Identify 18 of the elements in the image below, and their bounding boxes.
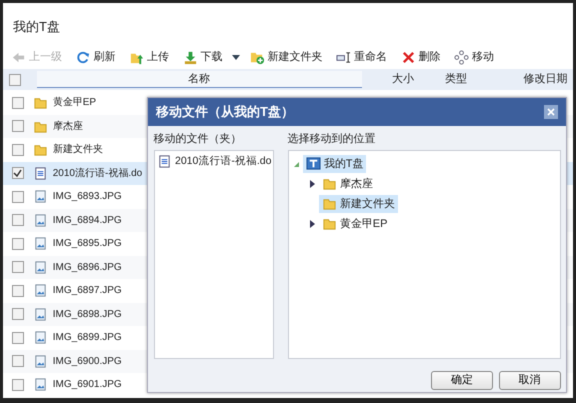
file-name: 黄金甲EP	[52, 96, 96, 110]
file-name: IMG_6899.JPG	[52, 331, 122, 346]
moved-file-name: 2010流行语-祝福.do	[175, 154, 272, 169]
dialog-title: 移动文件（从我的T盘）	[156, 103, 294, 122]
file-name: IMG_6897.JPG	[52, 284, 122, 298]
file-name: IMG_6900.JPG	[52, 354, 122, 369]
file-name: IMG_6893.JPG	[52, 190, 122, 204]
file-name: 摩杰座	[52, 120, 83, 134]
file-name: IMG_6894.JPG	[52, 214, 122, 228]
file-name: IMG_6895.JPG	[52, 237, 122, 252]
file-name: IMG_6896.JPG	[52, 260, 122, 275]
file-name: IMG_6901.JPG	[52, 378, 122, 392]
file-name: IMG_6898.JPG	[52, 308, 122, 322]
file-name: 新建文件夹	[52, 142, 103, 158]
files-label: 移动的文件（夹）	[154, 132, 242, 145]
file-name: 2010流行语-祝福.do	[52, 166, 142, 181]
target-label: 选择移动到的位置	[288, 132, 376, 145]
window-title: 我的T盘	[13, 19, 60, 34]
